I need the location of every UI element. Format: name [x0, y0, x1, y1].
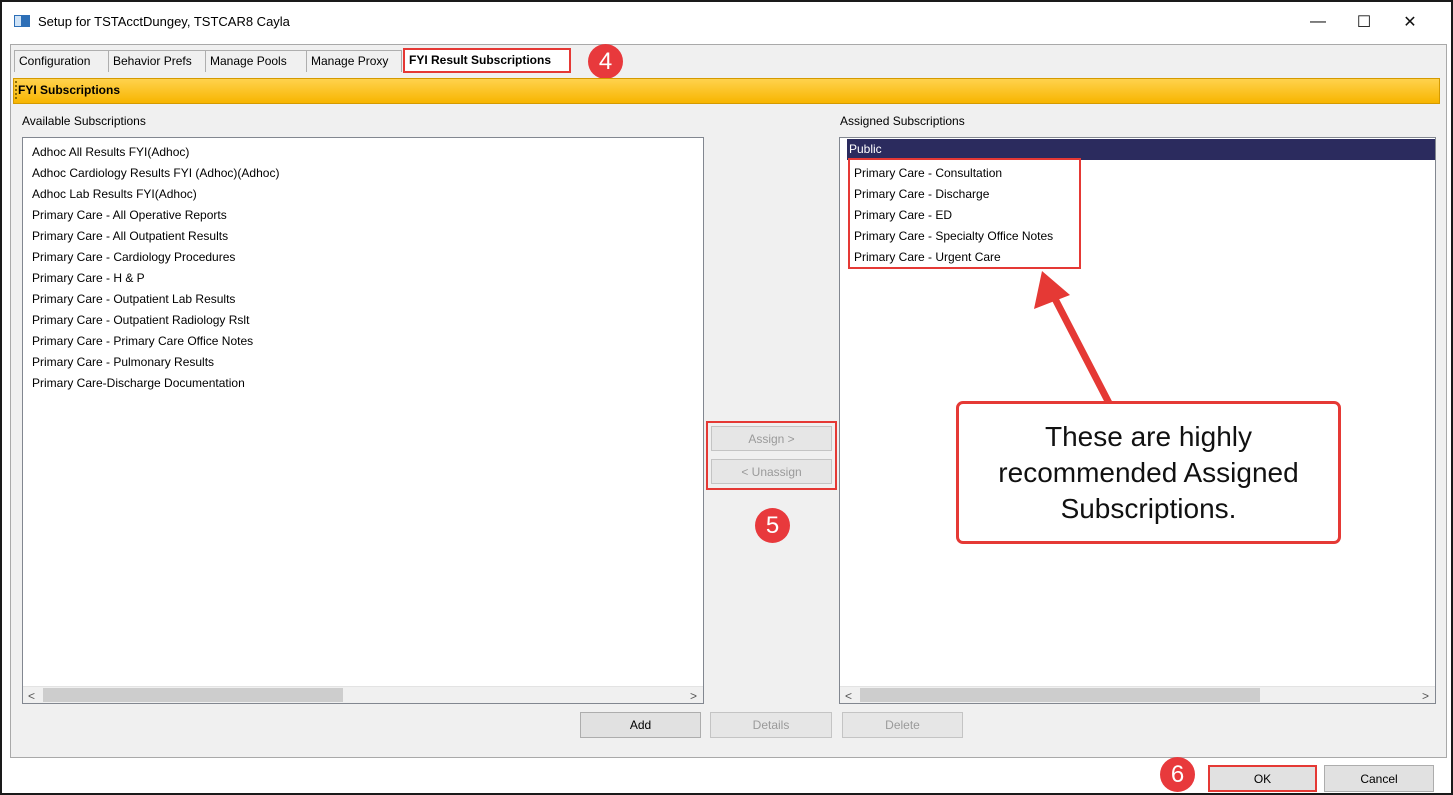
list-item[interactable]: Primary Care - H & P	[32, 268, 145, 289]
unassign-button[interactable]: < Unassign	[711, 459, 832, 484]
scroll-left-icon[interactable]: <	[840, 687, 857, 704]
list-item[interactable]: Adhoc All Results FYI(Adhoc)	[32, 142, 189, 163]
grip-icon	[15, 81, 17, 99]
tab-manage-proxy[interactable]: Manage Proxy	[306, 50, 402, 72]
available-subscriptions-list[interactable]: Adhoc All Results FYI(Adhoc) Adhoc Cardi…	[22, 137, 704, 704]
list-item[interactable]: Primary Care - Outpatient Radiology Rslt	[32, 310, 249, 331]
step-4-badge: 4	[588, 44, 623, 79]
details-button[interactable]: Details	[710, 712, 832, 738]
assigned-subscriptions-label: Assigned Subscriptions	[840, 114, 965, 128]
cancel-button[interactable]: Cancel	[1324, 765, 1434, 792]
tab-manage-pools[interactable]: Manage Pools	[205, 50, 307, 72]
annotation-arrow	[1034, 271, 1114, 409]
list-item[interactable]: Primary Care - Pulmonary Results	[32, 352, 214, 373]
selected-list-item[interactable]	[847, 139, 1435, 160]
section-title: FYI Subscriptions	[18, 83, 121, 97]
list-item[interactable]: Adhoc Lab Results FYI(Adhoc)	[32, 184, 197, 205]
scroll-left-icon[interactable]: <	[23, 687, 40, 704]
list-item[interactable]: Primary Care - All Operative Reports	[32, 205, 227, 226]
close-button[interactable]: ✕	[1387, 6, 1433, 38]
recommended-highlight	[848, 158, 1081, 269]
list-item[interactable]: Primary Care - All Outpatient Results	[32, 226, 228, 247]
section-header	[13, 78, 1440, 104]
assign-button[interactable]: Assign >	[711, 426, 832, 451]
delete-button[interactable]: Delete	[842, 712, 963, 738]
app-icon	[14, 15, 30, 27]
annotation-note: These are highly recommended Assigned Su…	[956, 401, 1341, 544]
minimize-button[interactable]: —	[1295, 6, 1341, 38]
scroll-thumb[interactable]	[43, 688, 343, 702]
available-subscriptions-label: Available Subscriptions	[22, 114, 146, 128]
add-button[interactable]: Add	[580, 712, 701, 738]
step-6-badge: 6	[1160, 757, 1195, 792]
step-5-badge: 5	[755, 508, 790, 543]
window-title: Setup for TSTAcctDungey, TSTCAR8 Cayla	[38, 14, 290, 29]
list-item[interactable]: Primary Care - Primary Care Office Notes	[32, 331, 253, 352]
list-item[interactable]: Primary Care-Discharge Documentation	[32, 373, 245, 394]
public-item-label: Public	[849, 142, 882, 156]
tab-behavior-prefs[interactable]: Behavior Prefs	[108, 50, 206, 72]
scroll-right-icon[interactable]: >	[685, 687, 702, 704]
list-item[interactable]: Primary Care - Outpatient Lab Results	[32, 289, 235, 310]
scroll-right-icon[interactable]: >	[1417, 687, 1434, 704]
tab-fyi-result-subscriptions[interactable]: FYI Result Subscriptions	[403, 48, 571, 73]
horizontal-scrollbar[interactable]: < >	[840, 686, 1435, 703]
scroll-thumb[interactable]	[860, 688, 1260, 702]
horizontal-scrollbar[interactable]: < >	[23, 686, 703, 703]
maximize-button[interactable]: ☐	[1341, 6, 1387, 38]
list-item[interactable]: Adhoc Cardiology Results FYI (Adhoc)(Adh…	[32, 163, 279, 184]
tab-configuration[interactable]: Configuration	[14, 50, 109, 72]
ok-button[interactable]: OK	[1208, 765, 1317, 792]
list-item[interactable]: Primary Care - Cardiology Procedures	[32, 247, 235, 268]
